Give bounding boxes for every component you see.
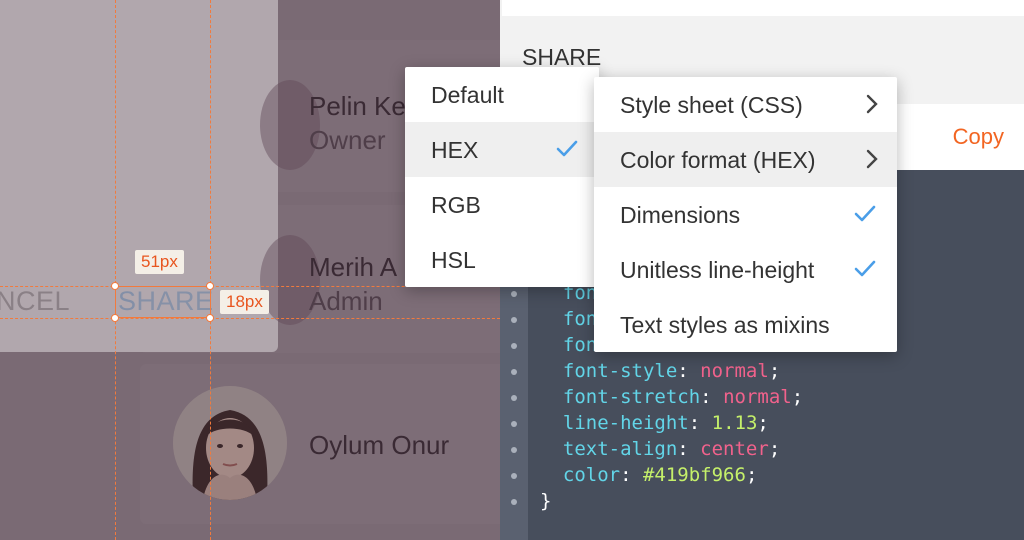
copy-button[interactable]: Copy [953, 124, 1004, 150]
menu-item-label: Text styles as mixins [620, 312, 830, 338]
code-property: fon [562, 308, 598, 330]
resize-handle[interactable] [111, 282, 119, 290]
code-property: color [562, 464, 621, 486]
menu-item-label: HSL [431, 247, 476, 273]
code-value: #419bf966 [642, 464, 746, 486]
share-settings-menu: Style sheet (CSS) Color format (HEX) Dimen… [594, 77, 897, 352]
color-format-menu: Default HEX RGB HSL [405, 67, 599, 287]
menu-item-label: Style sheet (CSS) [620, 92, 803, 118]
checkmark-icon [854, 205, 876, 222]
guide-line [210, 0, 211, 540]
menu-item-label: RGB [431, 192, 481, 218]
settings-option[interactable]: Text styles as mixins [594, 297, 897, 352]
checkmark-icon [854, 260, 876, 277]
resize-handle[interactable] [206, 314, 214, 322]
format-option-hsl[interactable]: HSL [405, 232, 599, 287]
resize-handle[interactable] [206, 282, 214, 290]
gutter-dot [511, 369, 517, 375]
menu-item-label: HEX [431, 137, 479, 163]
code-line: font-stretch: normal; [562, 386, 804, 408]
code-value: 1.13 [711, 412, 758, 434]
code-property: line-height [562, 412, 689, 434]
settings-option[interactable]: Unitless line-height [594, 242, 897, 297]
format-option-hex[interactable]: HEX [405, 122, 599, 177]
menu-item-label: Default [431, 82, 504, 108]
code-line: text-align: center; [562, 438, 781, 460]
code-line: fon [540, 334, 597, 356]
gutter-dot [511, 343, 517, 349]
format-option-rgb[interactable]: RGB [405, 177, 599, 232]
code-property: fon [562, 334, 598, 356]
settings-option[interactable]: Dimensions [594, 187, 897, 242]
menu-item-label: Color format (HEX) [620, 147, 816, 173]
code-closing-brace: } [540, 490, 552, 512]
guide-line [115, 0, 116, 540]
code-line: fon [540, 308, 597, 330]
gutter-dot [511, 447, 517, 453]
code-line: font-style: normal; [562, 360, 781, 382]
gutter-dot [511, 473, 517, 479]
settings-option[interactable]: Color format (HEX) [594, 132, 897, 187]
guide-line [0, 318, 500, 319]
code-line: color: #419bf966; [562, 464, 758, 486]
gutter-dot [511, 317, 517, 323]
code-property: text-align [562, 438, 678, 460]
gutter-dot [511, 499, 517, 505]
checkmark-icon [556, 140, 578, 157]
menu-item-label: Unitless line-height [620, 257, 815, 283]
code-line: line-height: 1.13; [562, 412, 769, 434]
code-value: center [700, 438, 769, 460]
code-property: font-style [562, 360, 678, 382]
gutter-dot [511, 395, 517, 401]
gutter-dot [511, 421, 517, 427]
gutter-dot [511, 291, 517, 297]
panel-header-strip [502, 0, 1024, 16]
width-measure-label: 51px [135, 250, 184, 274]
format-option-default[interactable]: Default [405, 67, 599, 122]
chevron-right-icon [866, 149, 878, 169]
code-value: normal [700, 360, 769, 382]
menu-item-label: Dimensions [620, 202, 741, 228]
resize-handle[interactable] [111, 314, 119, 322]
code-property: font-stretch [562, 386, 701, 408]
settings-option[interactable]: Style sheet (CSS) [594, 77, 897, 132]
selection-box[interactable] [115, 286, 211, 318]
code-value: normal [723, 386, 792, 408]
chevron-right-icon [866, 94, 878, 114]
height-measure-label: 18px [220, 290, 269, 314]
